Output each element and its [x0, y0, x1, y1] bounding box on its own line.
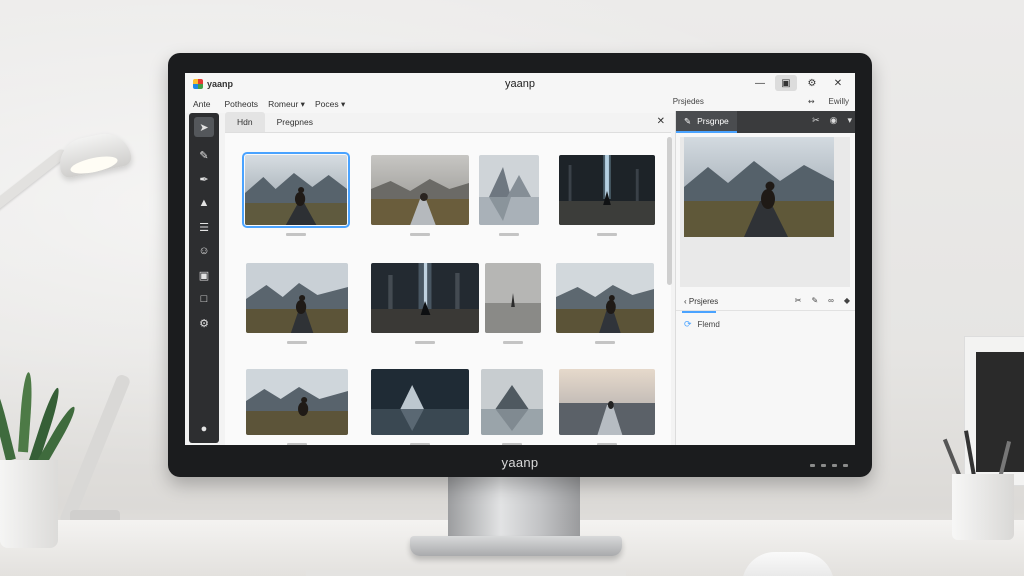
chevron-down-icon: ▾	[340, 98, 346, 109]
projects-toggle[interactable]: ‹ Prsjeres	[684, 297, 718, 306]
close-button[interactable]: ✕	[827, 75, 849, 91]
crop-icon[interactable]: ✂	[812, 115, 820, 126]
thumbnail[interactable]	[371, 155, 469, 225]
camera-icon[interactable]: ◉	[830, 115, 838, 126]
crop-icon[interactable]: ✂	[795, 296, 802, 305]
tool-sidebar: ➤ ✎ ✒ ▲ ☰ ☺ ▣ □ ⚙ ●	[189, 113, 219, 443]
thumbnail[interactable]	[485, 263, 541, 333]
thumbnail[interactable]	[371, 369, 469, 435]
thumbnail[interactable]	[246, 263, 348, 333]
menu-item[interactable]: Poces ▾	[315, 99, 345, 110]
tab-bar: Hdn Pregpnes ✕	[225, 111, 671, 133]
brush-icon[interactable]: ✎	[194, 145, 214, 165]
folder-icon[interactable]: ▣	[194, 265, 214, 285]
menu-item[interactable]: Ante	[193, 99, 211, 109]
monitor-stand	[448, 474, 580, 540]
document-icon[interactable]: □	[194, 289, 214, 309]
window-controls: — ▣ ⚙ ✕	[749, 75, 849, 91]
minimize-icon: —	[755, 77, 765, 89]
monitor-brand: yaanp	[501, 454, 539, 470]
edit-icon[interactable]: ✎	[811, 296, 818, 305]
menu-item[interactable]: Potheots	[225, 99, 259, 109]
panel-tab-label: Prsgnpe	[697, 116, 729, 126]
close-icon[interactable]: ✕	[657, 116, 665, 127]
thumbnail[interactable]	[559, 369, 655, 435]
thumbnail-grid	[225, 133, 671, 445]
thumbnail[interactable]	[479, 155, 539, 225]
tab-previews[interactable]: Pregpnes	[265, 112, 325, 132]
share-icon[interactable]: ↭	[808, 97, 815, 106]
pen-icon: ✎	[684, 115, 692, 126]
section-underline	[682, 311, 716, 313]
monitor-stand-base	[410, 536, 622, 556]
preview-image[interactable]	[684, 137, 834, 237]
menu-item[interactable]: Romeur ▾	[268, 99, 305, 110]
pen-icon[interactable]: ✒	[194, 169, 214, 189]
maximize-icon: ▣	[781, 77, 791, 89]
projects-menu[interactable]: Prsjedes	[673, 97, 704, 106]
chevron-down-icon: ▾	[300, 98, 305, 109]
settings-icon[interactable]: ⚙	[194, 313, 214, 333]
chevron-down-icon[interactable]: ▾	[847, 115, 852, 126]
scrollbar[interactable]	[667, 137, 672, 285]
app-window: yaanp yaanp — ▣ ⚙ ✕ Ante Potheots Romeur…	[185, 73, 855, 445]
title-bar: yaanp yaanp — ▣ ⚙ ✕	[185, 73, 855, 95]
close-icon: ✕	[833, 77, 843, 89]
thumbnail[interactable]	[556, 263, 654, 333]
tag-icon[interactable]: ◆	[844, 296, 850, 305]
panel-tools: ✂ ◉ ▾	[812, 115, 852, 126]
projects-section: ‹ Prsjeres ✂ ✎ ∞ ◆	[676, 293, 855, 311]
link-icon[interactable]: ∞	[828, 296, 834, 305]
tab-preview[interactable]: ✎ Prsgnpe	[676, 111, 737, 133]
settings-button[interactable]: ⚙	[801, 75, 823, 91]
monitor-chin: yaanp	[168, 447, 872, 477]
right-panel: ✎ Prsgnpe ✂ ◉ ▾ ‹ Prsjeres ✂ ✎ ∞ ◆ ⟳ Fle…	[675, 111, 855, 445]
panel-header: ✎ Prsgnpe ✂ ◉ ▾	[676, 111, 855, 133]
project-file[interactable]: ⟳ Flemd	[684, 319, 720, 330]
maximize-button[interactable]: ▣	[775, 75, 797, 91]
thumbnail[interactable]	[481, 369, 543, 435]
project-file-label: Flemd	[697, 320, 720, 329]
sync-icon: ⟳	[684, 319, 692, 329]
app-name: yaanp	[207, 79, 234, 89]
settings-icon: ⚙	[807, 77, 817, 89]
edit-menu[interactable]: Ewilly	[829, 97, 849, 106]
help-icon[interactable]: ●	[194, 419, 214, 439]
thumbnail[interactable]	[371, 263, 479, 333]
thumbnail[interactable]	[242, 152, 350, 228]
minimize-button[interactable]: —	[749, 75, 771, 91]
thumbnail[interactable]	[559, 155, 655, 225]
section-tools: ✂ ✎ ∞ ◆	[795, 296, 850, 305]
keyboard	[306, 570, 626, 576]
tab-files[interactable]: Hdn	[225, 112, 265, 132]
app-logo-icon	[193, 79, 203, 89]
layers-icon[interactable]: ☰	[194, 217, 214, 237]
monitor-buttons[interactable]	[810, 464, 848, 467]
chevron-left-icon: ‹	[684, 297, 687, 306]
select-icon[interactable]: ➤	[194, 117, 214, 137]
stamp-icon[interactable]: ▲	[194, 193, 214, 213]
menu-right: Prsjedes ↭ Ewilly	[673, 97, 849, 106]
person-icon[interactable]: ☺	[194, 241, 214, 261]
thumbnail[interactable]	[246, 369, 348, 435]
